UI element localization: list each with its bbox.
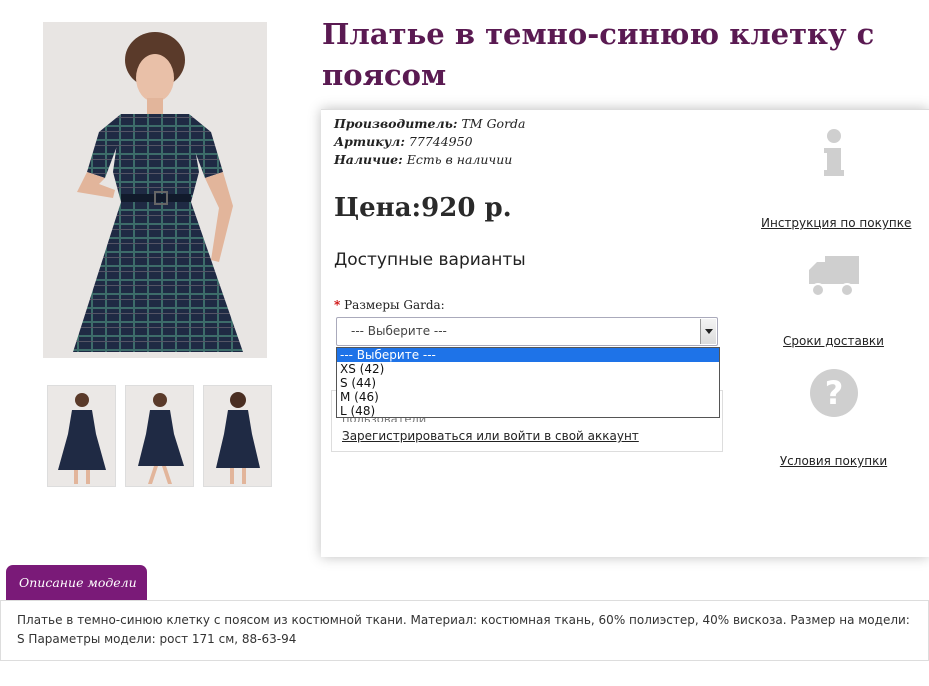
delivery-block: Сроки доставки <box>761 252 906 349</box>
manufacturer-label: Производитель: <box>334 116 458 131</box>
thumbnail-3[interactable] <box>203 385 272 487</box>
terms-link[interactable]: Условия покупки <box>780 454 887 468</box>
article-label: Артикул: <box>334 134 405 149</box>
tab-description[interactable]: Описание модели <box>6 565 147 601</box>
truck-icon <box>808 256 859 297</box>
chevron-down-icon[interactable] <box>700 319 716 344</box>
thumbnail-photo <box>48 386 115 486</box>
size-field-label: * Размеры Garda: <box>334 298 445 312</box>
thumbnail-photo <box>204 386 271 486</box>
size-option[interactable]: XS (42) <box>337 362 719 376</box>
availability-value: Есть в наличии <box>406 152 513 167</box>
product-title: Платье в темно-синюю клетку с поясом <box>322 17 875 92</box>
terms-block: ? Условия покупки <box>761 368 906 469</box>
question-icon: ? <box>809 369 858 417</box>
thumbnail-2[interactable] <box>125 385 194 487</box>
svg-text:?: ? <box>824 374 843 412</box>
product-price: Цена:920 р. <box>334 193 512 223</box>
product-info-panel: Производитель: TM Gorda Артикул: 7774495… <box>321 109 929 557</box>
article-value: 77744950 <box>408 134 473 149</box>
product-description: Платье в темно-синюю клетку с поясом из … <box>0 601 929 661</box>
required-mark: * <box>334 298 341 312</box>
thumbnail-photo <box>126 386 193 486</box>
manufacturer-value: TM Gorda <box>461 116 526 131</box>
size-select-value: --- Выберите --- <box>351 324 447 338</box>
info-icon <box>823 129 844 176</box>
instruction-block: Инструкция по покупке <box>761 128 911 231</box>
instruction-link[interactable]: Инструкция по покупке <box>761 216 911 230</box>
thumbnail-1[interactable] <box>47 385 116 487</box>
variants-heading: Доступные варианты <box>334 250 526 270</box>
delivery-link[interactable]: Сроки доставки <box>783 334 884 348</box>
size-option[interactable]: L (48) <box>337 404 719 418</box>
product-main-image[interactable] <box>43 22 267 358</box>
size-option[interactable]: M (46) <box>337 390 719 404</box>
product-page: Платье в темно-синюю клетку с поясом Про… <box>0 0 929 686</box>
size-option[interactable]: --- Выберите --- <box>337 348 719 362</box>
product-meta: Производитель: TM Gorda Артикул: 7774495… <box>334 115 526 169</box>
dress-photo <box>43 22 267 358</box>
size-label-text: Размеры Garda: <box>344 298 445 312</box>
size-dropdown-list[interactable]: --- Выберите --- XS (42) S (44) M (46) L… <box>336 347 720 418</box>
register-login-link[interactable]: Зарегистрироваться или войти в свой акка… <box>342 429 639 443</box>
size-select[interactable]: --- Выберите --- <box>336 317 718 346</box>
availability-label: Наличие: <box>334 152 403 167</box>
size-option[interactable]: S (44) <box>337 376 719 390</box>
